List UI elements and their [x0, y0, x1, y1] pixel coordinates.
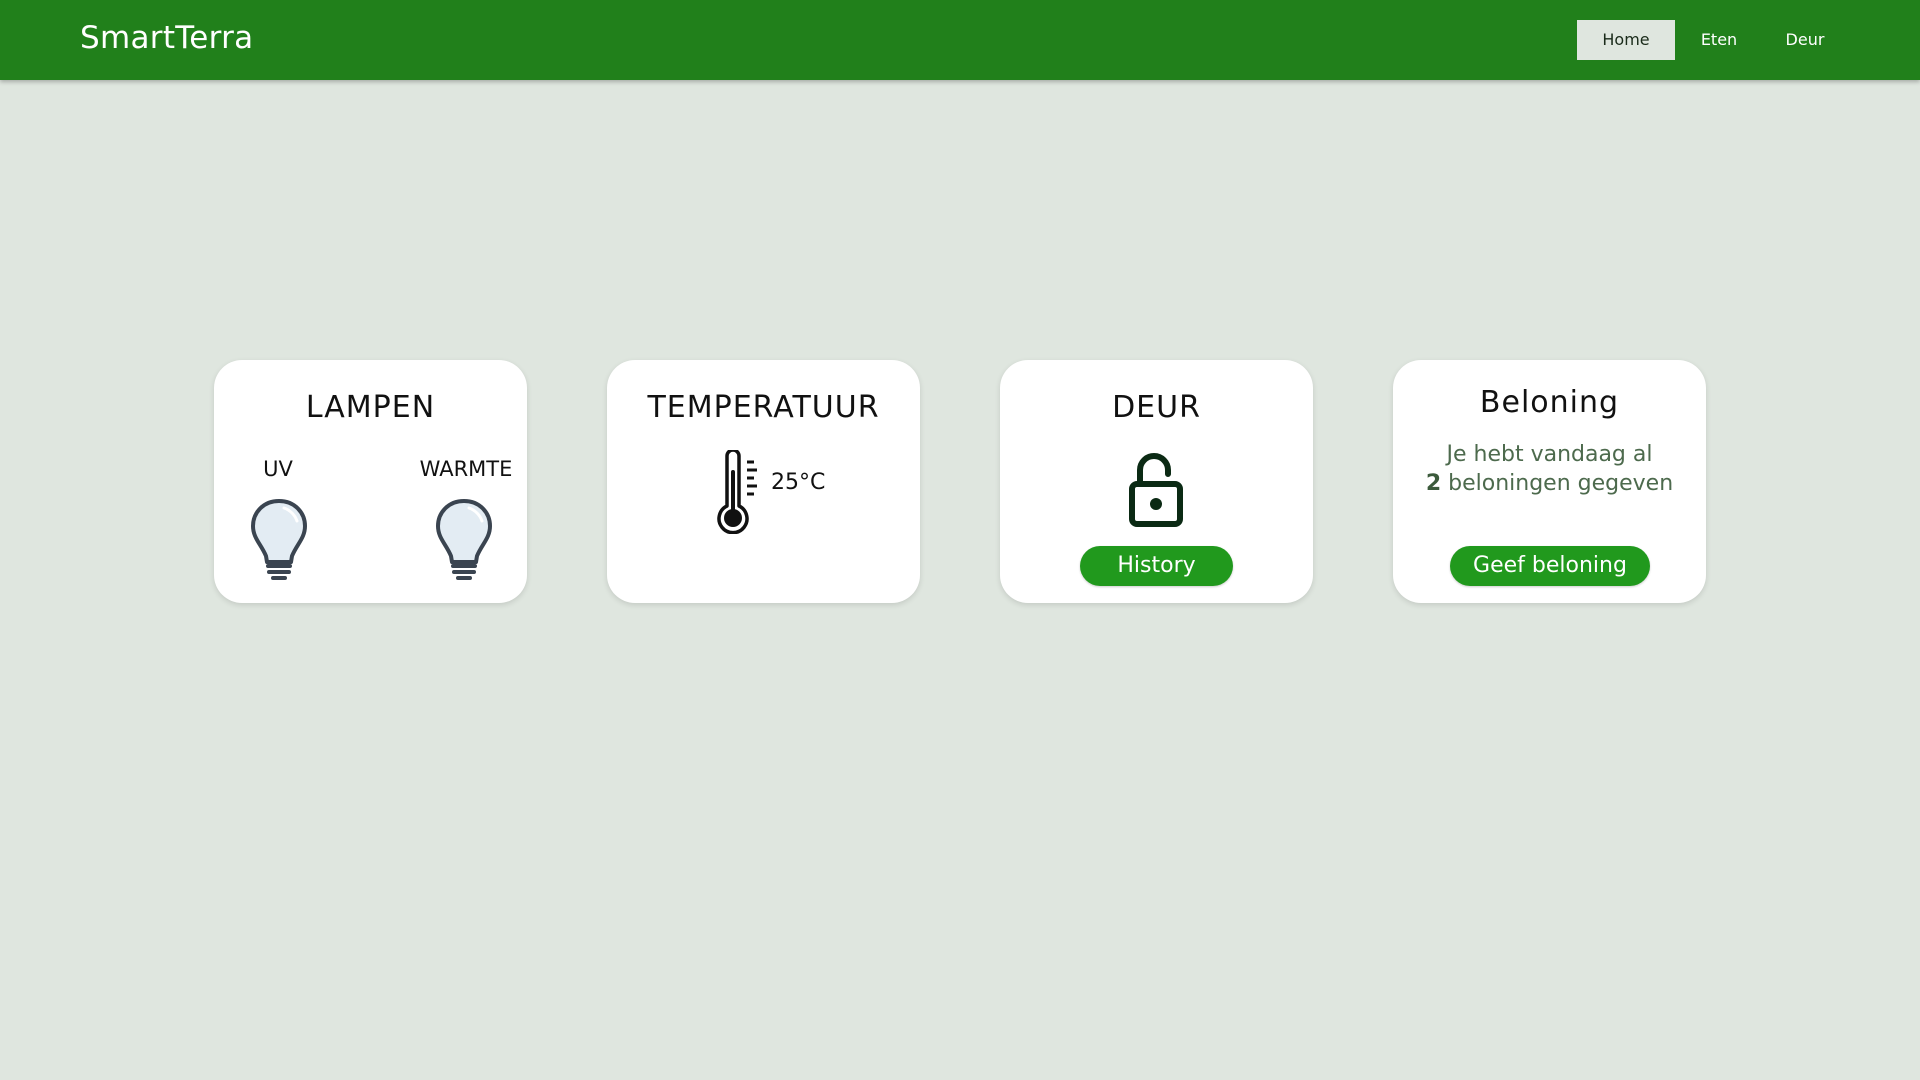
beloning-card: Beloning Je hebt vandaag al 2 beloningen…	[1393, 360, 1706, 603]
nav-deur[interactable]: Deur	[1765, 20, 1845, 60]
beloning-text-before: Je hebt vandaag al	[1446, 442, 1653, 467]
thermometer-icon	[717, 450, 757, 534]
uv-lamp-label: UV	[263, 457, 293, 481]
beloning-text-after: beloningen gegeven	[1448, 471, 1674, 496]
temperatuur-title: TEMPERATUUR	[647, 390, 880, 425]
geef-beloning-button[interactable]: Geef beloning	[1450, 546, 1650, 586]
lampen-card: LAMPEN UV WARMTE	[214, 360, 527, 603]
nav-home[interactable]: Home	[1577, 20, 1675, 60]
lampen-title: LAMPEN	[305, 390, 436, 425]
temperatuur-card: TEMPERATUUR 25°C	[607, 360, 920, 603]
top-navbar: SmartTerra Home Eten Deur	[0, 0, 1920, 80]
beloning-count: 2	[1425, 471, 1442, 496]
nav-eten[interactable]: Eten	[1670, 20, 1768, 60]
warmte-lightbulb-icon[interactable]	[435, 498, 493, 582]
history-button[interactable]: History	[1080, 546, 1233, 586]
warmte-lamp-label: WARMTE	[419, 457, 513, 481]
beloning-status-text: Je hebt vandaag al 2 beloningen gegeven	[1393, 440, 1706, 498]
temperature-value: 25°C	[771, 470, 826, 495]
deur-title: DEUR	[1112, 390, 1201, 425]
uv-lightbulb-icon[interactable]	[250, 498, 308, 582]
deur-card: DEUR History	[1000, 360, 1313, 603]
beloning-title: Beloning	[1479, 385, 1620, 420]
unlocked-padlock-icon[interactable]	[1124, 452, 1188, 528]
brand-logo[interactable]: SmartTerra	[80, 20, 253, 56]
